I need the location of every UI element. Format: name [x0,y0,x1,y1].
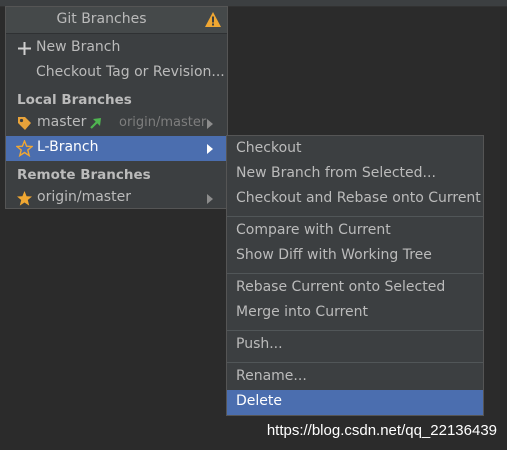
chevron-right-icon [207,119,213,129]
checkout-tag-label: Checkout Tag or Revision... [36,64,225,80]
menu-item-label: Push... [236,336,283,352]
star-filled-icon [17,191,32,206]
menu-separator [227,216,483,217]
local-branches-header: Local Branches [17,92,132,108]
new-branch-label: New Branch [36,39,121,55]
menu-item-label: Checkout and Rebase onto Current [236,190,481,206]
menu-item-rebase-current[interactable]: Rebase Current onto Selected [227,276,483,301]
menu-item-label: Rename... [236,368,307,384]
menu-item-checkout-and-rebase[interactable]: Checkout and Rebase onto Current [227,187,483,212]
checkout-tag-item[interactable]: Checkout Tag or Revision... [6,61,227,86]
branch-label-l-branch: L-Branch [37,139,99,155]
branch-label-master: master [37,114,87,130]
branch-label-origin-master: origin/master [37,189,131,205]
branch-item-origin-master[interactable]: origin/master [6,186,227,211]
menu-item-label: Merge into Current [236,304,369,320]
menu-item-push[interactable]: Push... [227,333,483,358]
menu-item-show-diff[interactable]: Show Diff with Working Tree [227,244,483,269]
git-branches-popup: Git Branches New Branch Checkout Tag or … [5,6,228,209]
menu-item-label: Checkout [236,140,302,156]
new-branch-item[interactable]: New Branch [6,36,227,61]
branch-actions-submenu: Checkout New Branch from Selected... Che… [226,135,484,416]
menu-separator [227,330,483,331]
branch-item-master[interactable]: master origin/master [6,111,227,136]
popup-header: Git Branches [6,7,227,34]
menu-item-rename[interactable]: Rename... [227,365,483,390]
menu-item-label: Show Diff with Working Tree [236,247,432,263]
menu-item-merge-into-current[interactable]: Merge into Current [227,301,483,326]
popup-title: Git Branches [56,11,147,27]
tracking-branch-label: origin/master [119,115,207,130]
menu-item-checkout[interactable]: Checkout [227,137,483,162]
menu-item-label: Compare with Current [236,222,391,238]
plus-icon [18,42,31,55]
menu-item-compare-with-current[interactable]: Compare with Current [227,219,483,244]
menu-item-delete[interactable]: Delete [227,390,483,415]
remote-branches-header: Remote Branches [17,167,151,183]
menu-separator [227,362,483,363]
incoming-arrow-icon [90,118,101,129]
branch-item-l-branch[interactable]: L-Branch [6,136,227,161]
menu-item-new-branch-from-selected[interactable]: New Branch from Selected... [227,162,483,187]
watermark-text: https://blog.csdn.net/qq_22136439 [266,422,497,439]
chevron-right-icon [207,194,213,204]
menu-item-label: New Branch from Selected... [236,165,436,181]
tag-icon [18,117,31,130]
menu-item-label: Rebase Current onto Selected [236,279,446,295]
chevron-right-icon [207,144,213,154]
menu-separator [227,273,483,274]
star-outline-icon [16,140,33,157]
warning-triangle-icon[interactable] [204,11,222,28]
menu-item-label: Delete [236,393,282,409]
